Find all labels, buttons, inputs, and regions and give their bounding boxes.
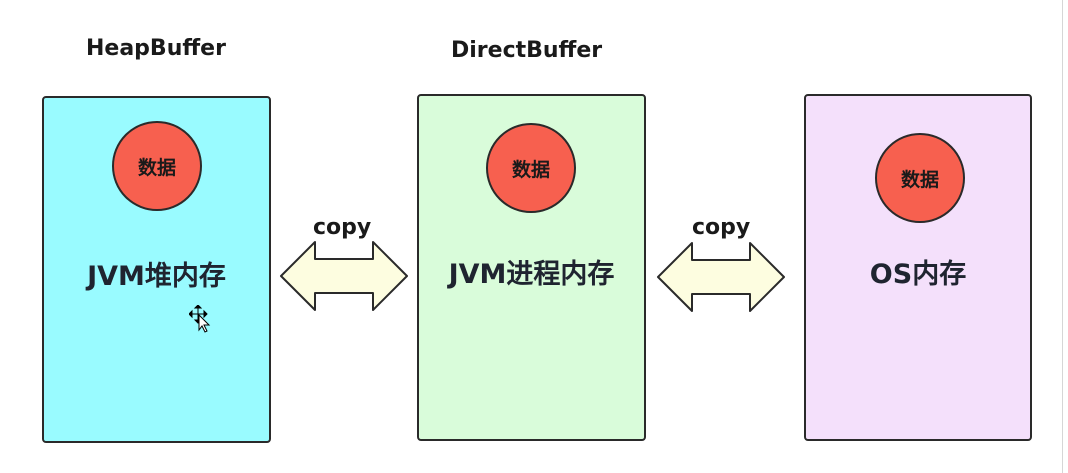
direct-data-circle: 数据 [486,123,576,213]
os-memory-label: OS内存 [869,259,967,290]
jvm-heap-memory-panel: 数据 JVM堆内存 [42,96,271,443]
copy-double-arrow-right [657,242,785,312]
os-data-label: 数据 [900,168,939,191]
copy-label-right: copy [692,215,751,240]
direct-data-label: 数据 [511,158,550,181]
right-edge-divider [1062,0,1063,473]
directbuffer-title: DirectBuffer [451,38,603,63]
move-cursor-icon [189,305,211,333]
heap-data-circle: 数据 [112,121,202,211]
os-data-circle: 数据 [875,133,965,223]
jvm-process-memory-panel: 数据 JVM进程内存 [417,94,646,441]
copy-double-arrow-left [280,241,408,311]
heapbuffer-title: HeapBuffer [86,36,226,61]
heap-memory-label: JVM堆内存 [87,261,226,292]
copy-label-left: copy [313,215,372,240]
heap-data-label: 数据 [137,156,176,179]
os-memory-panel: 数据 OS内存 [804,94,1032,441]
process-memory-label: JVM进程内存 [448,259,615,290]
